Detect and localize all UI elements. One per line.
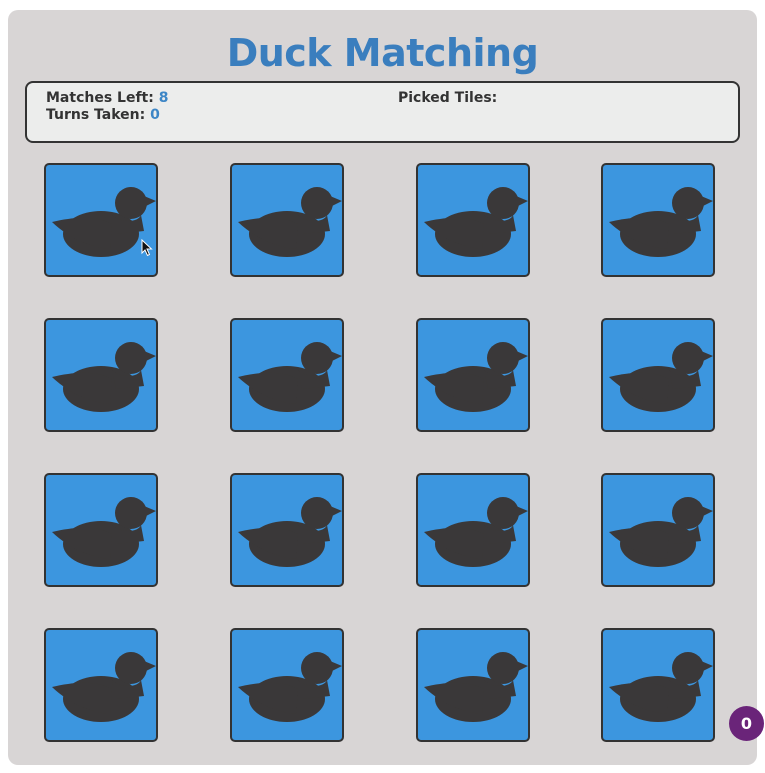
game-title: Duck Matching — [226, 31, 539, 75]
matches-left: Matches Left: 8 — [46, 90, 168, 107]
turns-taken: Turns Taken: 0 — [46, 107, 160, 124]
tile[interactable] — [416, 473, 530, 587]
tile[interactable] — [44, 473, 158, 587]
matches-left-value: 8 — [158, 90, 169, 106]
tile[interactable] — [230, 628, 344, 742]
picked-tiles-label: Picked Tiles: — [398, 90, 498, 106]
tile[interactable] — [416, 318, 530, 432]
duck-icon — [52, 497, 156, 567]
duck-icon — [52, 652, 156, 722]
duck-icon — [609, 497, 713, 567]
duck-icon — [609, 342, 713, 412]
duck-icon — [424, 187, 528, 257]
tile[interactable] — [230, 473, 344, 587]
duck-icon — [424, 497, 528, 567]
duck-icon — [609, 652, 713, 722]
tile[interactable] — [230, 318, 344, 432]
tile[interactable] — [601, 163, 715, 277]
duck-icon — [238, 187, 342, 257]
scoreboard: Matches Left: 8 Turns Taken: 0 Picked Ti… — [25, 81, 740, 143]
duck-icon — [609, 187, 713, 257]
duck-icon — [238, 342, 342, 412]
turns-taken-value: 0 — [150, 107, 160, 123]
tile[interactable] — [601, 473, 715, 587]
picked-tiles: Picked Tiles: — [398, 90, 497, 107]
duck-icon — [52, 342, 156, 412]
matches-left-label: Matches Left: — [46, 90, 154, 106]
duck-icon — [52, 187, 156, 257]
tile[interactable] — [44, 163, 158, 277]
tile[interactable] — [416, 628, 530, 742]
tile[interactable] — [44, 318, 158, 432]
tile[interactable] — [230, 163, 344, 277]
game-panel: Duck Matching Matches Left: 8 Turns Take… — [8, 10, 757, 765]
turns-taken-label: Turns Taken: — [46, 107, 146, 123]
duck-icon — [424, 652, 528, 722]
tile[interactable] — [44, 628, 158, 742]
duck-icon — [238, 652, 342, 722]
duck-icon — [238, 497, 342, 567]
notification-badge[interactable]: 0 — [729, 706, 764, 741]
tile[interactable] — [601, 628, 715, 742]
tile[interactable] — [416, 163, 530, 277]
tile[interactable] — [601, 318, 715, 432]
duck-icon — [424, 342, 528, 412]
